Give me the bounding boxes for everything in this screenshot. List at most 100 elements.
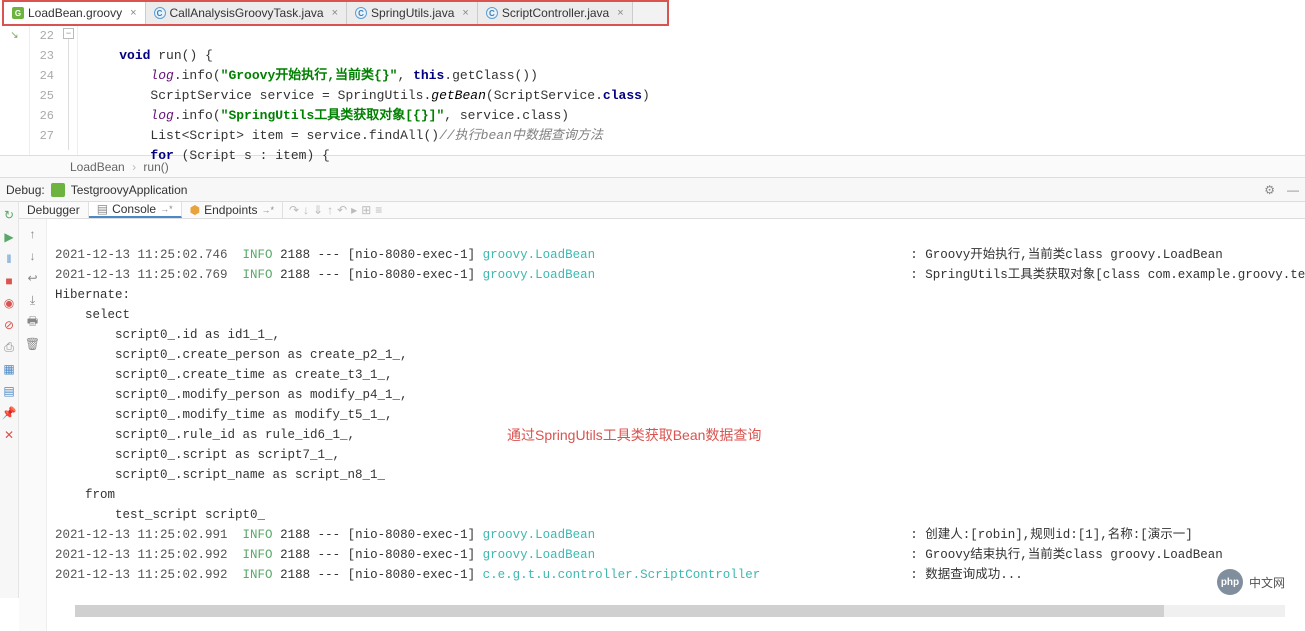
log-thread: [nio-8080-exec-1]: [348, 548, 476, 562]
fold-gutter: −: [60, 26, 78, 155]
php-logo-icon: php: [1217, 569, 1243, 595]
endpoints-icon: ⬢: [190, 203, 200, 217]
editor-tabs-bar: G LoadBean.groovy × C CallAnalysisGroovy…: [2, 0, 669, 26]
log-pid: 2188: [280, 248, 310, 262]
tab-console[interactable]: ▤ Console →*: [89, 202, 182, 218]
close-icon[interactable]: ×: [332, 7, 338, 19]
code-text: () {: [182, 48, 213, 63]
code-text: .getClass()): [444, 68, 538, 83]
code-editor[interactable]: ↘ 22 23 24 25 26 27 − void run() { log.i…: [0, 26, 1305, 156]
soft-wrap-icon[interactable]: ↩: [24, 269, 42, 287]
close-icon[interactable]: ×: [130, 7, 136, 19]
log-message: Groovy开始执行,当前类class groovy.LoadBean: [925, 248, 1223, 262]
watermark-text: 中文网: [1249, 574, 1285, 591]
sql-line: select: [55, 308, 130, 322]
java-class-icon: C: [355, 7, 367, 19]
view-breakpoints-button[interactable]: ◉: [0, 294, 18, 312]
run-to-cursor-icon[interactable]: ▸: [351, 203, 357, 217]
tab-label: CallAnalysisGroovyTask.java: [170, 6, 324, 20]
scroll-up-icon[interactable]: ↑: [24, 225, 42, 243]
log-level: INFO: [243, 528, 273, 542]
log-level: INFO: [243, 248, 273, 262]
step-out-icon[interactable]: ↑: [327, 203, 333, 217]
step-over-icon[interactable]: ↷: [289, 203, 299, 217]
log-thread: [nio-8080-exec-1]: [348, 248, 476, 262]
log-logger: groovy.LoadBean: [483, 528, 596, 542]
scroll-down-icon[interactable]: ↓: [24, 247, 42, 265]
editor-gutter-icons: ↘: [0, 26, 30, 155]
code-text: , service.class): [444, 108, 569, 123]
override-icon[interactable]: ↘: [8, 28, 22, 42]
tab-label: SpringUtils.java: [371, 6, 454, 20]
tab-label: Endpoints: [204, 203, 257, 217]
groovy-file-icon: G: [12, 7, 24, 19]
console-output[interactable]: 2021-12-13 11:25:02.746 INFO 2188 --- [n…: [47, 219, 1305, 631]
keyword-void: void: [119, 48, 150, 63]
log-logger: c.e.g.t.u.controller.ScriptController: [483, 568, 761, 582]
rerun-button[interactable]: ↻: [0, 206, 18, 224]
log-logger: groovy.LoadBean: [483, 548, 596, 562]
tab-scriptcontroller-java[interactable]: C ScriptController.java ×: [478, 2, 633, 24]
evaluate-icon[interactable]: ⊞: [361, 203, 371, 217]
line-number: 27: [30, 126, 54, 146]
sql-line: test_script script0_: [55, 508, 265, 522]
tab-springutils-java[interactable]: C SpringUtils.java ×: [347, 2, 478, 24]
code-area[interactable]: void run() { log.info("Groovy开始执行,当前类{}"…: [78, 26, 1305, 155]
step-into-icon[interactable]: ↓: [303, 203, 309, 217]
close-icon[interactable]: ×: [462, 7, 468, 19]
resume-button[interactable]: ▶: [0, 228, 18, 246]
close-button[interactable]: ✕: [0, 426, 18, 444]
tab-debugger[interactable]: Debugger: [19, 202, 89, 218]
sql-line: script0_.script as script7_1_,: [55, 448, 340, 462]
dropdown-arrow-icon[interactable]: →*: [261, 205, 274, 215]
clear-icon[interactable]: 🗑: [24, 335, 42, 353]
log-thread: [nio-8080-exec-1]: [348, 568, 476, 582]
log-logger: groovy.LoadBean: [483, 268, 596, 282]
settings-button[interactable]: ▤: [0, 382, 18, 400]
log-pid: 2188: [280, 528, 310, 542]
scroll-to-end-icon[interactable]: ⤓: [24, 291, 42, 309]
log-message: 创建人:[robin],规则id:[1],名称:[演示一]: [925, 528, 1193, 542]
debug-body: ↻ ▶ ‖ ■ ◉ ⊘ ⎙ ▦ ▤ 📌 ✕ Debugger ▤ Console…: [0, 202, 1305, 598]
force-step-into-icon[interactable]: ⇓: [313, 203, 323, 217]
watermark: php 中文网: [1217, 569, 1285, 595]
minimize-icon[interactable]: —: [1287, 183, 1299, 197]
pause-button[interactable]: ‖: [0, 250, 18, 268]
line-number: 23: [30, 46, 54, 66]
line-number: 22: [30, 26, 54, 46]
gear-icon[interactable]: ⚙: [1264, 183, 1275, 197]
dropdown-arrow-icon[interactable]: →*: [160, 204, 173, 214]
print-icon[interactable]: 🖶: [24, 313, 42, 331]
code-text: ScriptService service = SpringUtils.: [150, 88, 431, 103]
tab-label: ScriptController.java: [502, 6, 609, 20]
console-toolbar: ↑ ↓ ↩ ⤓ 🖶 🗑: [19, 219, 47, 631]
log-timestamp: 2021-12-13 11:25:02.769: [55, 268, 228, 282]
log-level: INFO: [243, 568, 273, 582]
tab-endpoints[interactable]: ⬢ Endpoints →*: [182, 202, 283, 218]
log-thread: [nio-8080-exec-1]: [348, 268, 476, 282]
tab-callanalysis-java[interactable]: C CallAnalysisGroovyTask.java ×: [146, 2, 348, 24]
mute-breakpoints-button[interactable]: ⊘: [0, 316, 18, 334]
layout-button[interactable]: ▦: [0, 360, 18, 378]
code-text: ): [642, 88, 650, 103]
scrollbar-thumb[interactable]: [75, 605, 1164, 617]
sql-line: script0_.script_name as script_n8_1_: [55, 468, 385, 482]
method-name: run: [158, 48, 181, 63]
fold-toggle-icon[interactable]: −: [63, 28, 74, 39]
comment: //执行bean中数据查询方法: [439, 128, 603, 143]
pin-button[interactable]: 📌: [0, 404, 18, 422]
close-icon[interactable]: ×: [617, 7, 623, 19]
tab-loadbean-groovy[interactable]: G LoadBean.groovy ×: [4, 2, 146, 24]
drop-frame-icon[interactable]: ↶: [337, 203, 347, 217]
sql-line: from: [55, 488, 115, 502]
keyword-this: this: [413, 68, 444, 83]
sql-line: script0_.modify_time as modify_t5_1_,: [55, 408, 393, 422]
log-level: INFO: [243, 268, 273, 282]
log-timestamp: 2021-12-13 11:25:02.991: [55, 528, 228, 542]
trace-icon[interactable]: ≡: [375, 203, 382, 217]
field-log: log: [150, 68, 173, 83]
horizontal-scrollbar[interactable]: [75, 605, 1285, 617]
dump-threads-button[interactable]: ⎙: [0, 338, 18, 356]
debug-toolwindow-header: Debug: TestgroovyApplication ⚙ —: [0, 178, 1305, 202]
stop-button[interactable]: ■: [0, 272, 18, 290]
